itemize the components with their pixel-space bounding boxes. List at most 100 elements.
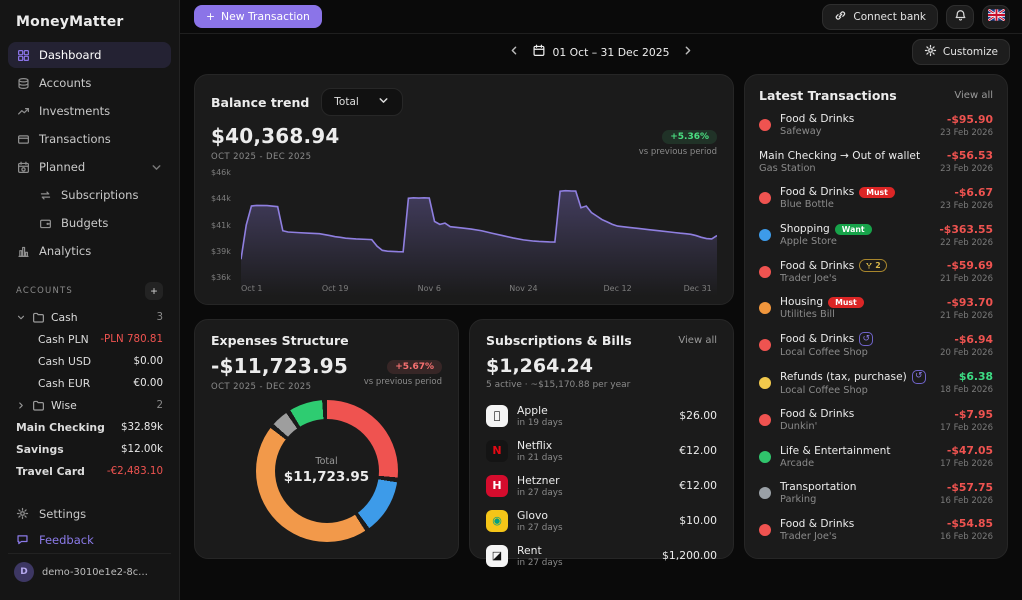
expenses-amount: -$11,723.95 (211, 354, 348, 378)
bottom-row: Expenses Structure -$11,723.95 OCT 2025 … (194, 319, 734, 559)
x-tick-label: Oct 1 (241, 284, 262, 293)
date-range-picker: 01 Oct – 31 Dec 2025 (505, 42, 696, 62)
balance-change-block: +5.36% vs previous period (639, 124, 717, 157)
transaction-row[interactable]: Food & DrinksSafeway-$95.9023 Feb 2026 (759, 107, 993, 144)
subscription-row-netflix[interactable]: NNetflixin 21 days€12.00 (486, 433, 717, 468)
accounts-section-header: ACCOUNTS + (16, 282, 163, 300)
account-row-cash-eur[interactable]: Cash EUR€0.00 (8, 372, 171, 394)
transaction-category-label: Food & Drinks (780, 518, 854, 530)
subscription-row-apple[interactable]: Applein 19 days$26.00 (486, 398, 717, 433)
language-button[interactable] (982, 5, 1010, 29)
transaction-row[interactable]: HousingMustUtilities Bill-$93.7021 Feb 2… (759, 290, 993, 327)
balance-filter-dropdown[interactable]: Total (321, 88, 403, 116)
chat-icon (16, 533, 30, 547)
transaction-main: Food & DrinksSafeway (780, 113, 854, 137)
sidebar-item-label: Transactions (39, 132, 111, 146)
transaction-row[interactable]: Refunds (tax, purchase)↺Local Coffee Sho… (759, 364, 993, 402)
account-row-cash[interactable]: Cash3 (8, 306, 171, 328)
sidebar-item-investments[interactable]: Investments (8, 98, 171, 124)
transaction-right: -$363.5522 Feb 2026 (939, 223, 993, 248)
sidebar-item-analytics[interactable]: Analytics (8, 238, 171, 264)
transactions-card-header: Latest Transactions View all (759, 88, 993, 103)
transaction-row[interactable]: Food & Drinks2Trader Joe's-$59.6921 Feb … (759, 253, 993, 290)
transaction-amount: -$7.95 (940, 408, 993, 421)
transaction-row[interactable]: Food & Drinks↺Local Coffee Shop-$6.9420 … (759, 327, 993, 365)
account-name: Cash EUR (38, 377, 90, 390)
sidebar-item-dashboard[interactable]: Dashboard (8, 42, 171, 68)
account-row-cash-pln[interactable]: Cash PLN-PLN 780.81 (8, 328, 171, 350)
chevron-right-icon[interactable] (16, 399, 26, 412)
balance-filter-value: Total (334, 96, 359, 108)
category-dot (759, 524, 771, 536)
account-row-savings[interactable]: Savings$12.00k (8, 438, 171, 460)
transaction-right: -$7.9517 Feb 2026 (940, 408, 993, 433)
transaction-date: 17 Feb 2026 (940, 459, 993, 469)
account-name: Cash PLN (38, 333, 89, 346)
sidebar-item-feedback[interactable]: Feedback (8, 527, 171, 553)
connect-bank-button[interactable]: Connect bank (822, 4, 938, 30)
subscription-row-hetzner[interactable]: HHetznerin 27 days€12.00 (486, 468, 717, 503)
sidebar-item-subscriptions[interactable]: Subscriptions (30, 182, 171, 208)
transaction-row[interactable]: Life & EntertainmentArcade-$47.0517 Feb … (759, 438, 993, 475)
subscription-row-rent[interactable]: ◪Rentin 27 days$1,200.00 (486, 538, 717, 573)
y-tick-label: $44k (211, 194, 237, 203)
subscription-row-glovo[interactable]: ◉Glovoin 27 days$10.00 (486, 503, 717, 538)
balance-amount: $40,368.94 (211, 124, 340, 148)
add-account-button[interactable]: + (145, 282, 163, 300)
prev-period-button[interactable] (505, 42, 522, 62)
subscriptions-meta: 5 active · ~$15,170.88 per year (486, 380, 717, 390)
transaction-row[interactable]: Main Checking → Out of walletGas Station… (759, 144, 993, 181)
new-transaction-button[interactable]: + New Transaction (194, 5, 322, 28)
account-row-main-checking[interactable]: Main Checking$32.89k (8, 416, 171, 438)
expenses-donut-chart[interactable]: Total $11,723.95 (256, 400, 398, 542)
subscription-amount: €12.00 (679, 444, 717, 457)
transactions-view-all-link[interactable]: View all (954, 90, 993, 101)
category-dot (759, 487, 771, 499)
chevron-down-icon[interactable] (16, 311, 26, 324)
transaction-merchant: Parking (780, 494, 857, 505)
sidebar-item-settings[interactable]: Settings (8, 501, 171, 527)
transaction-row[interactable]: Food & DrinksTrader Joe's-$54.8516 Feb 2… (759, 512, 993, 549)
transaction-category: Transportation (780, 481, 857, 493)
account-name: Travel Card (16, 465, 85, 478)
transaction-right: -$6.6723 Feb 2026 (940, 186, 993, 211)
date-range-button[interactable]: 01 Oct – 31 Dec 2025 (532, 44, 669, 60)
transaction-row[interactable]: TransportationParking-$57.7516 Feb 2026 (759, 475, 993, 512)
category-dot (759, 451, 771, 463)
subscriptions-view-all-link[interactable]: View all (678, 335, 717, 346)
subscription-text: Netflixin 21 days (517, 439, 563, 463)
transaction-row[interactable]: Food & DrinksDunkin'-$7.9517 Feb 2026 (759, 402, 993, 439)
transaction-merchant: Trader Joe's (780, 531, 854, 542)
subscription-amount: $1,200.00 (662, 549, 717, 562)
transaction-row[interactable]: ShoppingWantApple Store-$363.5522 Feb 20… (759, 217, 993, 254)
sidebar-item-budgets[interactable]: Budgets (30, 210, 171, 236)
transaction-amount: -$59.69 (940, 259, 993, 272)
customize-label: Customize (943, 46, 998, 58)
transactions-list: Food & DrinksSafeway-$95.9023 Feb 2026Ma… (759, 107, 993, 552)
account-row-travel-card[interactable]: Travel Card-€2,483.10 (8, 460, 171, 482)
customize-button[interactable]: Customize (912, 39, 1010, 65)
account-value: 3 (156, 311, 163, 323)
sidebar-item-transactions[interactable]: Transactions (8, 126, 171, 152)
sidebar-item-planned[interactable]: Planned (8, 154, 171, 180)
subscription-name: Netflix (517, 439, 563, 452)
category-dot (759, 192, 771, 204)
sidebar: MoneyMatter DashboardAccountsInvestments… (0, 0, 180, 600)
account-row-cash-usd[interactable]: Cash USD$0.00 (8, 350, 171, 372)
account-row-wise[interactable]: Wise2 (8, 394, 171, 416)
next-period-button[interactable] (680, 42, 697, 62)
transaction-row[interactable]: Food & DrinksMustBlue Bottle-$6.6723 Feb… (759, 180, 993, 217)
sidebar-item-accounts[interactable]: Accounts (8, 70, 171, 96)
notifications-button[interactable] (946, 5, 974, 29)
y-tick-label: $39k (211, 247, 237, 256)
transaction-amount: -$56.53 (940, 149, 993, 162)
transaction-category-label: Housing (780, 296, 823, 308)
transaction-category-label: Transportation (780, 481, 857, 493)
account-value: $0.00 (134, 355, 163, 367)
expenses-period: OCT 2025 - DEC 2025 (211, 382, 348, 392)
subscriptions-card: Subscriptions & Bills View all $1,264.24… (469, 319, 734, 559)
user-menu[interactable]: D demo-3010e1e2-8ca0-494... (8, 553, 171, 594)
x-tick-label: Dec 12 (604, 284, 632, 293)
balance-chart-plot[interactable]: Oct 1Oct 19Nov 6Nov 24Dec 12Dec 31 (241, 168, 717, 296)
transaction-main: HousingMustUtilities Bill (780, 296, 864, 320)
